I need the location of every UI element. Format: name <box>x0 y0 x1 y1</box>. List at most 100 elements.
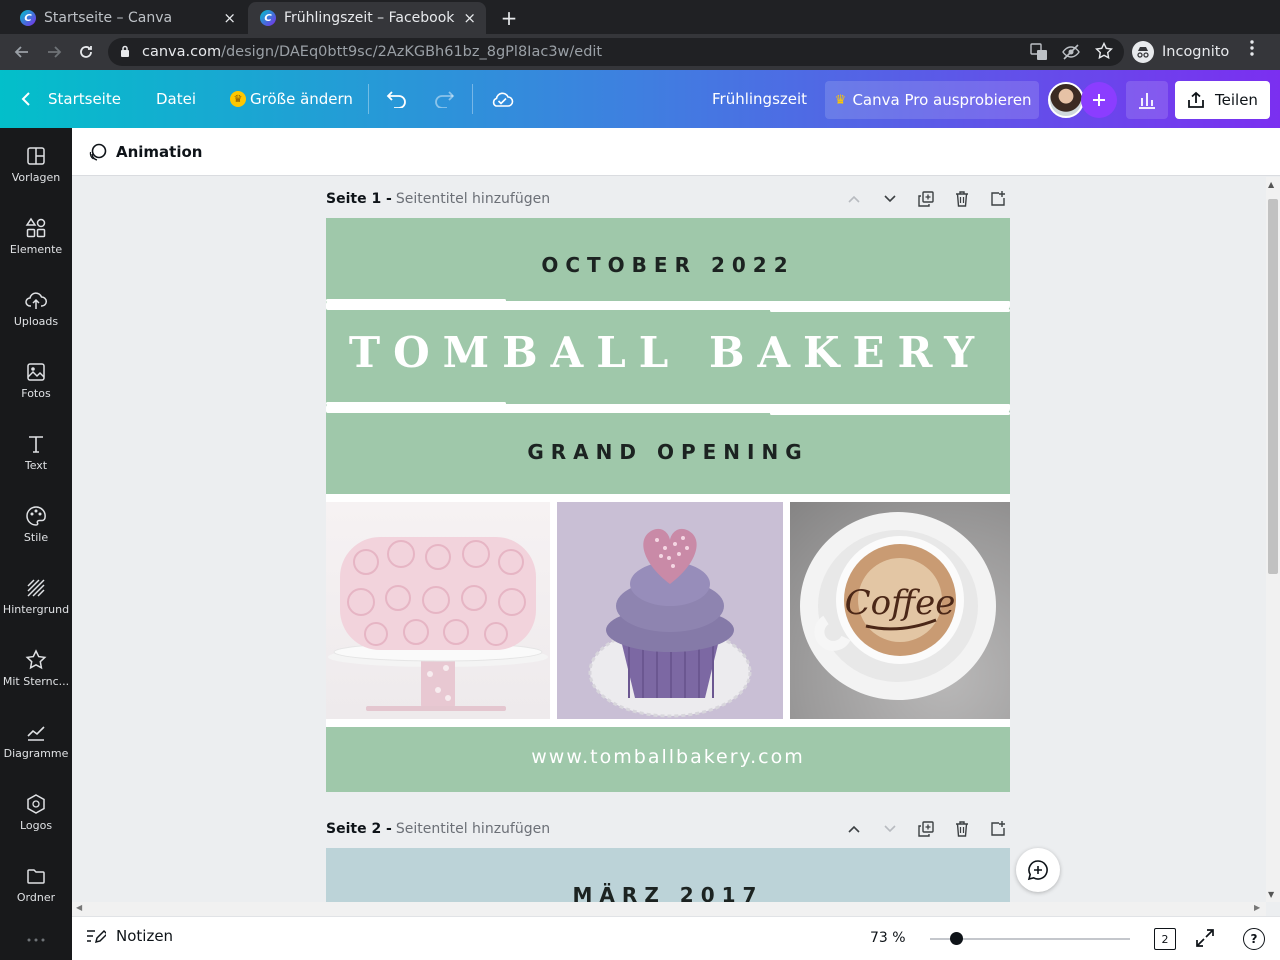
vertical-scrollbar[interactable]: ▲ ▼ <box>1266 177 1280 902</box>
eye-off-icon[interactable] <box>1062 43 1080 65</box>
sidebar-item-background[interactable]: Hintergrund <box>0 560 72 632</box>
add-collaborator-button[interactable] <box>1081 82 1117 118</box>
cupcake-photo[interactable] <box>557 502 783 719</box>
design-page-2[interactable]: MÄRZ 2017 <box>326 848 1010 902</box>
design-subtitle-text[interactable]: GRAND OPENING <box>326 440 1010 464</box>
sidebar-item-starred[interactable]: Mit Sternc... <box>0 632 72 704</box>
scroll-down-icon[interactable]: ▼ <box>1268 890 1274 899</box>
expand-icon <box>1196 929 1214 947</box>
background-icon <box>27 578 45 597</box>
canvas-workspace[interactable]: Seite 1 - Seitentitel hinzufügen OCTOBER… <box>72 177 1266 902</box>
design-date-text[interactable]: OCTOBER 2022 <box>326 253 1010 277</box>
design-url-text[interactable]: www.tomballbakery.com <box>326 746 1010 768</box>
sidebar-item-elements[interactable]: Elemente <box>0 200 72 272</box>
avatar[interactable] <box>1048 82 1084 118</box>
scroll-left-icon[interactable]: ◀ <box>76 903 82 912</box>
star-bookmark-icon[interactable] <box>1094 41 1114 64</box>
design-headline-text[interactable]: TOMBALL BAKERY <box>326 328 1010 377</box>
sidebar-more-button[interactable] <box>0 920 72 960</box>
page-header-1: Seite 1 - Seitentitel hinzufügen <box>326 187 1010 211</box>
help-button[interactable]: ? <box>1243 928 1265 950</box>
url-bar[interactable]: canva.com/design/DAEq0btt9sc/2AzKGBh61bz… <box>108 38 1124 66</box>
sidebar-item-photos[interactable]: Fotos <box>0 344 72 416</box>
forward-arrow-icon[interactable] <box>42 40 66 64</box>
share-button[interactable]: Teilen <box>1175 81 1270 119</box>
cake-photo[interactable] <box>326 502 550 719</box>
more-dots-icon <box>27 938 45 942</box>
browser-menu-icon[interactable] <box>1250 40 1254 61</box>
browser-address-bar: canva.com/design/DAEq0btt9sc/2AzKGBh61bz… <box>0 34 1280 70</box>
tab-title: Frühlingszeit – Facebook-B <box>284 10 456 26</box>
add-page-icon[interactable] <box>986 817 1010 841</box>
zoom-slider-handle[interactable] <box>950 932 963 945</box>
page-title-input[interactable]: Seitentitel hinzufügen <box>396 191 550 207</box>
browser-tab-bar: C Startseite – Canva × C Frühlingszeit –… <box>0 0 1280 34</box>
delete-page-icon[interactable] <box>950 817 974 841</box>
horizontal-scrollbar[interactable]: ◀ ▶ <box>72 902 1266 916</box>
page-count-button[interactable]: 2 <box>1154 928 1176 950</box>
sidebar-item-templates[interactable]: Vorlagen <box>0 128 72 200</box>
resize-label: Größe ändern <box>250 90 353 108</box>
sidebar-item-label: Logos <box>19 818 53 832</box>
insights-button[interactable] <box>1126 81 1168 119</box>
scroll-right-icon[interactable]: ▶ <box>1254 903 1260 912</box>
duplicate-page-icon[interactable] <box>914 187 938 211</box>
scroll-up-icon[interactable]: ▲ <box>1268 180 1274 189</box>
move-page-down-icon[interactable] <box>878 187 902 211</box>
editor-header: Startseite Datei ♛ Größe ändern Frühling… <box>0 70 1280 128</box>
design-page-1[interactable]: OCTOBER 2022 TOMBALL BAKERY GRAND OPENIN… <box>326 218 1010 792</box>
browser-tab-fruehlingszeit[interactable]: C Frühlingszeit – Facebook-B × <box>248 2 486 34</box>
sidebar-item-label: Fotos <box>21 386 51 400</box>
home-button[interactable]: Startseite <box>20 70 121 128</box>
design-title[interactable]: Frühlingszeit <box>712 70 807 128</box>
try-pro-button[interactable]: ♛ Canva Pro ausprobieren <box>825 81 1039 119</box>
close-tab-icon[interactable]: × <box>223 9 236 27</box>
animation-icon[interactable] <box>88 142 108 162</box>
translate-icon[interactable] <box>1030 43 1048 65</box>
fullscreen-button[interactable] <box>1194 927 1218 951</box>
redo-button[interactable] <box>433 70 455 128</box>
move-page-up-icon[interactable] <box>842 817 866 841</box>
page-title-input[interactable]: Seitentitel hinzufügen <box>396 821 550 837</box>
zoom-level[interactable]: 73 % <box>870 930 906 946</box>
sidebar-item-logos[interactable]: Logos <box>0 776 72 848</box>
page-tools <box>842 187 1010 211</box>
coffee-photo[interactable]: Coffee <box>790 502 1010 719</box>
brush-stroke-divider[interactable] <box>326 299 1010 312</box>
page-tools <box>842 817 1010 841</box>
sidebar-item-uploads[interactable]: Uploads <box>0 272 72 344</box>
sidebar-item-label: Ordner <box>16 890 56 904</box>
cloud-check-icon <box>492 92 514 107</box>
chevron-left-icon <box>21 92 30 106</box>
sidebar-item-folders[interactable]: Ordner <box>0 848 72 920</box>
scrollbar-thumb[interactable] <box>1268 199 1278 574</box>
delete-page-icon[interactable] <box>950 187 974 211</box>
undo-button[interactable] <box>386 70 408 128</box>
add-page-icon[interactable] <box>986 187 1010 211</box>
incognito-indicator[interactable]: Incognito <box>1132 41 1229 63</box>
animation-button[interactable]: Animation <box>116 143 202 161</box>
sidebar-item-text[interactable]: Text <box>0 416 72 488</box>
resize-button[interactable]: ♛ Größe ändern <box>230 70 353 128</box>
browser-tab-startseite[interactable]: C Startseite – Canva × <box>8 2 246 34</box>
chart-icon <box>27 725 45 741</box>
file-menu-button[interactable]: Datei <box>156 70 196 128</box>
notes-button[interactable]: Notizen <box>86 927 173 945</box>
design-date-text[interactable]: MÄRZ 2017 <box>326 883 1010 902</box>
sidebar-item-charts[interactable]: Diagramme <box>0 704 72 776</box>
new-tab-button[interactable]: + <box>498 6 520 30</box>
duplicate-page-icon[interactable] <box>914 817 938 841</box>
brush-stroke-divider[interactable] <box>326 402 1010 415</box>
move-page-up-icon[interactable] <box>842 187 866 211</box>
add-comment-button[interactable] <box>1016 848 1060 892</box>
reload-icon[interactable] <box>74 40 98 64</box>
sidebar-item-styles[interactable]: Stile <box>0 488 72 560</box>
move-page-down-icon[interactable] <box>878 817 902 841</box>
photo-grid[interactable]: Coffee <box>326 494 1010 727</box>
back-arrow-icon[interactable] <box>10 40 34 64</box>
text-icon <box>29 435 43 453</box>
upload-cloud-icon <box>25 291 47 309</box>
close-tab-icon[interactable]: × <box>463 9 476 27</box>
notes-label: Notizen <box>116 927 174 945</box>
cloud-save-status[interactable] <box>490 70 514 128</box>
